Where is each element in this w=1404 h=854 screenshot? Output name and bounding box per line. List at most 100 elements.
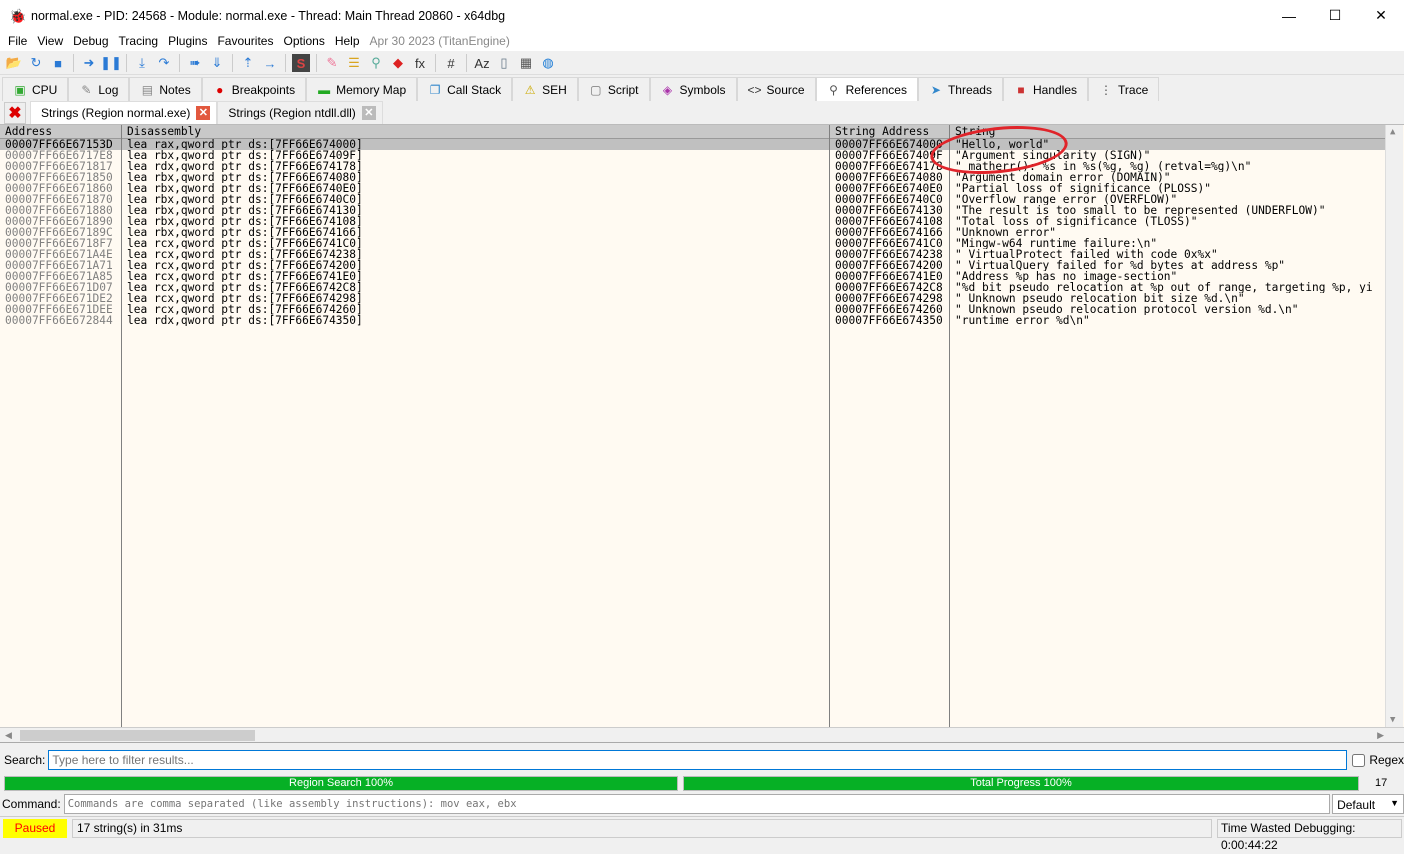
tab-memory-map[interactable]: ▬ Memory Map <box>306 77 418 101</box>
table-row-address[interactable]: 00007FF66E671860 <box>0 183 121 194</box>
table-row-disassembly[interactable]: lea rbx,qword ptr ds:[7FF66E6740E0] <box>122 183 829 194</box>
table-row-address[interactable]: 00007FF66E671DEE <box>0 304 121 315</box>
column-header-disassembly[interactable]: Disassembly <box>122 125 829 139</box>
search-input[interactable] <box>48 750 1348 770</box>
table-row-string[interactable]: "Address %p has no image-section" <box>950 271 1385 282</box>
table-row-address[interactable]: 00007FF66E671850 <box>0 172 121 183</box>
minimize-button[interactable]: — <box>1266 0 1312 31</box>
table-row-string-address[interactable]: 00007FF66E674166 <box>830 227 949 238</box>
table-row-string-address[interactable]: 00007FF66E6742C8 <box>830 282 949 293</box>
run-icon[interactable]: ➜ <box>80 54 98 72</box>
table-row-string-address[interactable]: 00007FF66E6740C0 <box>830 194 949 205</box>
table-row-string[interactable]: "%d bit pseudo relocation at %p out of r… <box>950 282 1385 293</box>
table-row-disassembly[interactable]: lea rbx,qword ptr ds:[7FF66E6740C0] <box>122 194 829 205</box>
table-row-disassembly[interactable]: lea rbx,qword ptr ds:[7FF66E67409F] <box>122 150 829 161</box>
table-row-string[interactable]: " VirtualProtect failed with code 0x%x" <box>950 249 1385 260</box>
table-row-disassembly[interactable]: lea rcx,qword ptr ds:[7FF66E674260] <box>122 304 829 315</box>
scroll-right-icon[interactable]: ▶ <box>1377 730 1384 741</box>
tab-log[interactable]: ✎ Log <box>68 77 130 101</box>
tab-cpu[interactable]: ▣ CPU <box>2 77 69 101</box>
table-row-string[interactable]: "Argument domain error (DOMAIN)" <box>950 172 1385 183</box>
table-row-string-address[interactable]: 00007FF66E674080 <box>830 172 949 183</box>
restart-icon[interactable]: ↻ <box>27 54 45 72</box>
table-row-string[interactable]: "runtime error %d\n" <box>950 315 1385 326</box>
table-row-string[interactable]: "Total loss of significance (TLOSS)" <box>950 216 1385 227</box>
menu-options[interactable]: Options <box>278 34 329 48</box>
menu-file[interactable]: File <box>3 34 32 48</box>
subtab-strings-normal[interactable]: Strings (Region normal.exe) ✕ <box>30 101 218 124</box>
menu-view[interactable]: View <box>32 34 68 48</box>
table-row-address[interactable]: 00007FF66E671A85 <box>0 271 121 282</box>
menu-debug[interactable]: Debug <box>68 34 113 48</box>
run-to-user-code-icon[interactable]: → <box>261 54 279 72</box>
table-row-disassembly[interactable]: lea rcx,qword ptr ds:[7FF66E674238] <box>122 249 829 260</box>
table-row-address[interactable]: 00007FF66E671817 <box>0 161 121 172</box>
table-row-string[interactable]: "Unknown error" <box>950 227 1385 238</box>
bookmark-icon[interactable]: ◆ <box>389 54 407 72</box>
menu-favourites[interactable]: Favourites <box>212 34 278 48</box>
table-row-address[interactable]: 00007FF66E671880 <box>0 205 121 216</box>
tab-seh[interactable]: ⚠ SEH <box>512 77 578 101</box>
table-row-address[interactable]: 00007FF66E671890 <box>0 216 121 227</box>
patch-icon[interactable]: ✎ <box>323 54 341 72</box>
table-row-string[interactable]: "The result is too small to be represent… <box>950 205 1385 216</box>
close-button[interactable]: ✕ <box>1358 0 1404 31</box>
vertical-scrollbar[interactable]: ▲ ▼ <box>1385 125 1403 727</box>
globe-icon[interactable]: ◍ <box>539 54 557 72</box>
table-row-address[interactable]: 00007FF66E671A4E <box>0 249 121 260</box>
regex-checkbox[interactable] <box>1352 753 1366 767</box>
tab-trace[interactable]: ⋮ Trace <box>1088 77 1160 101</box>
table-row-disassembly[interactable]: lea rcx,qword ptr ds:[7FF66E6741C0] <box>122 238 829 249</box>
table-row-string-address[interactable]: 00007FF66E674108 <box>830 216 949 227</box>
open-icon[interactable]: 📂 <box>5 54 23 72</box>
menu-tracing[interactable]: Tracing <box>114 34 164 48</box>
scroll-left-icon[interactable]: ◀ <box>5 730 12 741</box>
maximize-button[interactable]: ☐ <box>1312 0 1358 31</box>
menu-plugins[interactable]: Plugins <box>163 34 212 48</box>
table-row-string[interactable]: "Overflow range error (OVERFLOW)" <box>950 194 1385 205</box>
table-row-string-address[interactable]: 00007FF66E674350 <box>830 315 949 326</box>
hash-icon[interactable]: # <box>442 54 460 72</box>
command-input[interactable] <box>63 794 1331 814</box>
tab-notes[interactable]: ▤ Notes <box>129 77 202 101</box>
scroll-down-icon[interactable]: ▼ <box>1390 715 1395 725</box>
trace-into-icon[interactable]: ➠ <box>186 54 204 72</box>
table-row-address[interactable]: 00007FF66E6718F7 <box>0 238 121 249</box>
step-over-icon[interactable]: ↷ <box>155 54 173 72</box>
font-icon[interactable]: Az <box>473 54 491 72</box>
table-row-string[interactable]: "Partial loss of significance (PLOSS)" <box>950 183 1385 194</box>
pause-icon[interactable]: ❚❚ <box>100 54 122 72</box>
table-row-string-address[interactable]: 00007FF66E6741C0 <box>830 238 949 249</box>
step-into-icon[interactable]: ⤓ <box>133 54 151 72</box>
column-header-string[interactable]: String <box>950 125 1385 139</box>
column-header-string-address[interactable]: String Address <box>830 125 949 139</box>
table-row-string[interactable]: "_matherr(): %s in %s(%g, %g) (retval=%g… <box>950 161 1385 172</box>
device-icon[interactable]: ▯ <box>495 54 513 72</box>
horizontal-scrollbar[interactable]: ◀ ▶ <box>0 727 1404 743</box>
table-row-address[interactable]: 00007FF66E671870 <box>0 194 121 205</box>
comment-icon[interactable]: ☰ <box>345 54 363 72</box>
command-mode-select[interactable]: Default ▼ <box>1332 794 1404 814</box>
tab-threads[interactable]: ➤ Threads <box>917 77 1003 101</box>
table-row-disassembly[interactable]: lea rcx,qword ptr ds:[7FF66E674200] <box>122 260 829 271</box>
table-row-string[interactable]: " Unknown pseudo relocation bit size %d.… <box>950 293 1385 304</box>
table-row-string[interactable]: " Unknown pseudo relocation protocol ver… <box>950 304 1385 315</box>
table-row-address[interactable]: 00007FF66E671D07 <box>0 282 121 293</box>
execute-till-return-icon[interactable]: ⇡ <box>239 54 257 72</box>
stop-icon[interactable]: ■ <box>49 54 67 72</box>
tab-handles[interactable]: ■ Handles <box>1002 77 1089 101</box>
table-row-address[interactable]: 00007FF66E671A71 <box>0 260 121 271</box>
table-row-string-address[interactable]: 00007FF66E674200 <box>830 260 949 271</box>
column-header-address[interactable]: Address <box>0 125 121 139</box>
calculator-icon[interactable]: ▦ <box>517 54 535 72</box>
tab-script[interactable]: ▢ Script <box>577 77 650 101</box>
table-row-string-address[interactable]: 00007FF66E6741E0 <box>830 271 949 282</box>
table-row-disassembly[interactable]: lea rbx,qword ptr ds:[7FF66E674166] <box>122 227 829 238</box>
table-row-address[interactable]: 00007FF66E6717E8 <box>0 150 121 161</box>
table-row-address[interactable]: 00007FF66E672844 <box>0 315 121 326</box>
table-row-string-address[interactable]: 00007FF66E674260 <box>830 304 949 315</box>
tab-source[interactable]: <> Source <box>736 77 816 101</box>
table-row-disassembly[interactable]: lea rax,qword ptr ds:[7FF66E674000] <box>122 139 829 150</box>
table-row-disassembly[interactable]: lea rdx,qword ptr ds:[7FF66E674178] <box>122 161 829 172</box>
tab-symbols[interactable]: ◈ Symbols <box>649 77 737 101</box>
